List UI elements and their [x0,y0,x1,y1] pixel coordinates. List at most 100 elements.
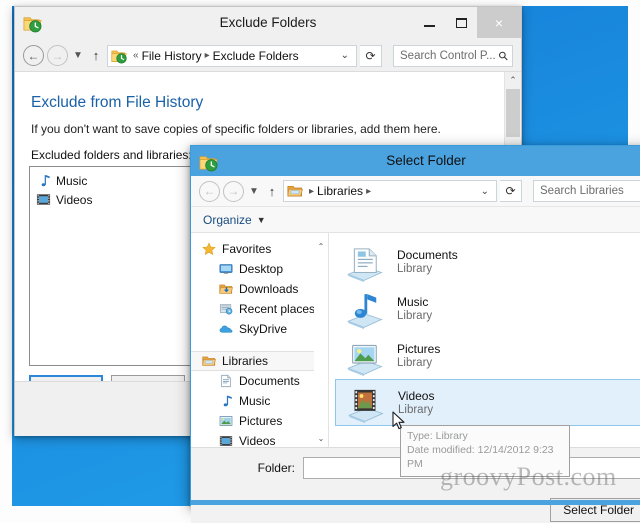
breadcrumb[interactable]: « File History ▸ Exclude Folders ⌄ [107,44,357,67]
forward-button[interactable]: → [47,45,68,66]
scrollbar-thumb[interactable] [506,89,520,137]
page-description: If you don't want to save copies of spec… [31,122,441,136]
watermark: groovyPost.com [440,462,617,491]
sidebar-item-label: Recent places [239,302,316,316]
breadcrumb-item-exclude-folders[interactable]: Exclude Folders [213,49,299,63]
documents-library-icon [347,247,383,282]
list-item-labels: Music Library [397,295,432,322]
list-item[interactable]: Documents Library [335,238,640,285]
sidebar-item-recent-places[interactable]: Recent places [191,299,328,319]
minimize-button[interactable] [413,7,445,38]
forward-button[interactable]: → [223,180,244,202]
videos-library-icon [348,389,384,423]
sidebar-item-label: Favorites [222,242,272,256]
select-folder-title: Select Folder [386,153,466,168]
nav-group-spacer [191,339,328,351]
desktop-monitor-icon [218,261,234,277]
search-control-panel-input[interactable]: Search Control P... ⚲ [393,44,513,67]
search-placeholder: Search Libraries [540,185,624,197]
sidebar-item-label: Libraries [222,354,269,368]
file-list-pane[interactable]: Documents Library Music Library Pictures… [329,233,640,447]
sidebar-item-pictures[interactable]: Pictures [191,411,328,431]
recent-pages-caret-icon[interactable]: ▼ [247,186,261,197]
sidebar-item-label: Music [239,394,271,408]
sidebar-item-music[interactable]: Music [191,391,328,411]
sidebar-item-favorites[interactable]: Favorites [191,239,328,259]
search-libraries-input[interactable]: Search Libraries [533,180,640,202]
close-button[interactable]: × [477,7,521,38]
list-item-subtitle: Library [398,404,434,416]
sidebar-item-videos[interactable]: Videos [191,431,328,447]
downloads-icon [218,281,234,297]
film-strip-icon [218,433,234,447]
recent-places-icon [218,301,234,317]
breadcrumb-item-libraries[interactable]: Libraries [317,184,363,198]
tooltip-line-type: Type: Library [407,430,468,442]
nav-pane-scrollbar[interactable]: ⌃ ⌄ [314,233,328,447]
sidebar-item-documents[interactable]: Documents [191,371,328,391]
document-icon [218,373,234,389]
list-item[interactable]: Music Library [335,285,640,332]
sidebar-item-label: SkyDrive [239,322,288,336]
list-item-name: Documents [397,248,458,262]
screenshot-root: Exclude Folders × ← → ▼ ↑ « File History [0,0,640,523]
music-note-icon [41,175,50,187]
scroll-up-icon[interactable]: ⌃ [505,72,521,89]
list-item-name: Music [397,295,429,309]
refresh-button[interactable]: ⟳ [500,180,522,202]
sidebar-item-label: Pictures [239,414,283,428]
scroll-down-icon[interactable]: ⌄ [314,431,328,445]
exclude-folders-titlebar[interactable]: Exclude Folders × [15,7,521,40]
dialog-panes: Favorites Desktop Downloads Recent place… [191,233,640,448]
sidebar-item-label: Documents [239,374,300,388]
scroll-up-icon[interactable]: ⌃ [314,239,328,253]
navigation-pane[interactable]: Favorites Desktop Downloads Recent place… [191,233,329,447]
dialog-bottom-accent [191,500,640,505]
libraries-folder-icon [201,353,217,369]
up-button[interactable]: ↑ [88,48,104,63]
breadcrumb-overflow[interactable]: « [133,50,139,61]
star-icon [201,241,217,257]
sidebar-item-libraries[interactable]: Libraries [191,351,328,371]
maximize-button[interactable] [445,7,477,38]
breadcrumb-separator-icon: ▸ [366,185,372,197]
sidebar-item-skydrive[interactable]: SkyDrive [191,319,328,339]
list-item-name: Videos [398,389,435,403]
breadcrumb-separator-icon: ▸ [309,185,315,197]
list-item-label: Videos [56,192,93,207]
list-item-subtitle: Library [397,357,433,369]
libraries-folder-icon [287,186,303,197]
list-item-name: Pictures [397,342,441,356]
skydrive-cloud-icon [218,321,234,337]
sidebar-item-label: Videos [239,434,276,447]
window-controls: × [413,7,521,38]
sidebar-item-desktop[interactable]: Desktop [191,259,328,279]
chevron-down-icon[interactable]: ▼ [257,215,266,225]
exclude-address-bar: ← → ▼ ↑ « File History ▸ Exclude Folders… [15,40,521,71]
list-item-label: Music [56,173,88,188]
recent-pages-caret-icon[interactable]: ▼ [71,50,85,61]
list-item-labels: Pictures Library [397,342,440,369]
file-history-icon [111,50,127,64]
list-item[interactable]: Videos Library [335,379,640,426]
back-button[interactable]: ← [199,180,220,202]
refresh-button[interactable]: ⟳ [360,44,382,67]
select-folder-titlebar[interactable]: Select Folder [191,146,640,176]
chevron-down-icon[interactable]: ⌄ [336,50,354,61]
pictures-library-icon [347,344,383,376]
chevron-down-icon[interactable]: ⌄ [476,186,494,197]
list-item-labels: Videos Library [398,389,434,416]
list-item-subtitle: Library [397,310,433,322]
back-button[interactable]: ← [23,45,44,66]
sidebar-item-downloads[interactable]: Downloads [191,279,328,299]
sidebar-item-label: Desktop [239,262,284,276]
organize-button[interactable]: Organize [203,213,252,227]
up-button[interactable]: ↑ [264,184,280,199]
music-note-icon [218,393,234,409]
list-item[interactable]: Pictures Library [335,332,640,379]
folder-label: Folder: [257,461,295,475]
search-placeholder: Search Control P... [400,49,496,62]
breadcrumb[interactable]: ▸ Libraries ▸ ⌄ [283,180,497,202]
breadcrumb-item-file-history[interactable]: File History [142,49,202,63]
film-strip-icon [36,194,51,205]
